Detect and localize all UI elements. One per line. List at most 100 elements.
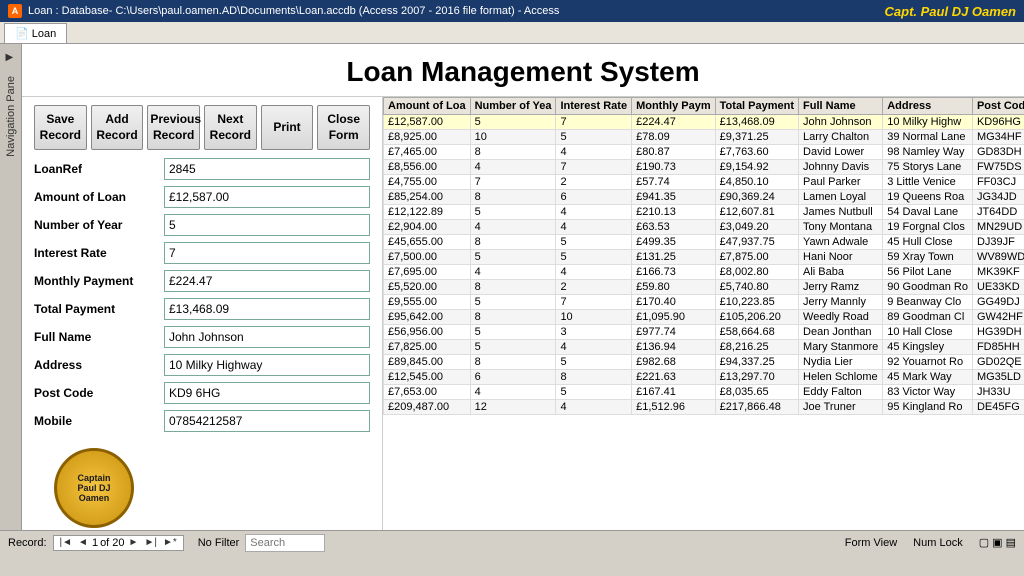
- table-cell: FF03CJ: [972, 175, 1024, 190]
- table-cell: £58,664.68: [715, 325, 798, 340]
- table-row[interactable]: £7,500.0055£131.25£7,875.00Hani Noor59 X…: [384, 250, 1024, 265]
- table-cell: £90,369.24: [715, 190, 798, 205]
- field-input-amount-of-loan[interactable]: [164, 186, 370, 208]
- add-record-button[interactable]: Add Record: [91, 105, 144, 150]
- table-cell: Johnny Davis: [799, 160, 883, 175]
- table-row[interactable]: £12,545.0068£221.63£13,297.70Helen Schlo…: [384, 370, 1024, 385]
- table-cell: £8,556.00: [384, 160, 471, 175]
- table-row[interactable]: £45,655.0085£499.35£47,937.75Yawn Adwale…: [384, 235, 1024, 250]
- table-cell: 4: [470, 220, 556, 235]
- table-cell: £59.80: [632, 280, 716, 295]
- table-cell: £45,655.00: [384, 235, 471, 250]
- table-cell: 45 Kingsley: [883, 340, 973, 355]
- table-cell: 45 Mark Way: [883, 370, 973, 385]
- table-row[interactable]: £12,587.0057£224.47£13,468.09John Johnso…: [384, 115, 1024, 130]
- field-input-loanref[interactable]: [164, 158, 370, 180]
- table-cell: £1,512.96: [632, 400, 716, 415]
- column-header: Interest Rate: [556, 98, 632, 115]
- table-cell: 5: [470, 340, 556, 355]
- table-cell: 2: [556, 280, 632, 295]
- previous-record-button[interactable]: Previous Record: [147, 105, 200, 150]
- table-cell: £2,904.00: [384, 220, 471, 235]
- table-cell: £8,002.80: [715, 265, 798, 280]
- table-cell: £166.73: [632, 265, 716, 280]
- table-cell: David Lower: [799, 145, 883, 160]
- field-input-full-name[interactable]: [164, 326, 370, 348]
- nav-last[interactable]: ►|: [142, 537, 159, 548]
- table-cell: 7: [556, 160, 632, 175]
- search-input[interactable]: [245, 534, 325, 552]
- table-cell: GD83DH: [972, 145, 1024, 160]
- layout-icons: ▢ ▣ ▤: [979, 536, 1016, 549]
- table-cell: £80.87: [632, 145, 716, 160]
- field-input-monthly-payment[interactable]: [164, 270, 370, 292]
- table-cell: £8,925.00: [384, 130, 471, 145]
- table-cell: £94,337.25: [715, 355, 798, 370]
- table-cell: 7: [470, 175, 556, 190]
- table-row[interactable]: £7,653.0045£167.41£8,035.65Eddy Falton83…: [384, 385, 1024, 400]
- table-row[interactable]: £209,487.00124£1,512.96£217,866.48Joe Tr…: [384, 400, 1024, 415]
- table-row[interactable]: £7,465.0084£80.87£7,763.60David Lower98 …: [384, 145, 1024, 160]
- table-row[interactable]: £2,904.0044£63.53£3,049.20Tony Montana19…: [384, 220, 1024, 235]
- table-row[interactable]: £7,695.0044£166.73£8,002.80Ali Baba56 Pi…: [384, 265, 1024, 280]
- loan-tab[interactable]: 📄 Loan: [4, 23, 67, 43]
- table-row[interactable]: £89,845.0085£982.68£94,337.25Nydia Lier9…: [384, 355, 1024, 370]
- table-cell: 19 Queens Roa: [883, 190, 973, 205]
- field-input-number-of-year[interactable]: [164, 214, 370, 236]
- content-area: Save Record Add Record Previous Record N…: [22, 97, 1024, 530]
- print-button[interactable]: Print: [261, 105, 314, 150]
- buttons-row: Save Record Add Record Previous Record N…: [34, 105, 370, 150]
- table-cell: 3: [556, 325, 632, 340]
- table-row[interactable]: £8,556.0047£190.73£9,154.92Johnny Davis7…: [384, 160, 1024, 175]
- column-header: Amount of Loa: [384, 98, 471, 115]
- table-cell: 75 Storys Lane: [883, 160, 973, 175]
- table-cell: 5: [556, 355, 632, 370]
- table-cell: £217,866.48: [715, 400, 798, 415]
- table-cell: WV89WD: [972, 250, 1024, 265]
- field-input-mobile[interactable]: [164, 410, 370, 432]
- nav-next[interactable]: ►: [127, 537, 141, 548]
- table-row[interactable]: £9,555.0057£170.40£10,223.85Jerry Mannly…: [384, 295, 1024, 310]
- next-record-button[interactable]: Next Record: [204, 105, 257, 150]
- table-row[interactable]: £95,642.00810£1,095.90£105,206.20Weedly …: [384, 310, 1024, 325]
- table-row[interactable]: £85,254.0086£941.35£90,369.24Lamen Loyal…: [384, 190, 1024, 205]
- table-row[interactable]: £5,520.0082£59.80£5,740.80Jerry Ramz90 G…: [384, 280, 1024, 295]
- table-cell: £1,095.90: [632, 310, 716, 325]
- field-label-7: Address: [34, 358, 164, 372]
- table-cell: £7,653.00: [384, 385, 471, 400]
- table-cell: £12,545.00: [384, 370, 471, 385]
- table-row[interactable]: £56,956.0053£977.74£58,664.68Dean Jontha…: [384, 325, 1024, 340]
- field-input-total-payment[interactable]: [164, 298, 370, 320]
- close-form-button[interactable]: Close Form: [317, 105, 370, 150]
- field-label-1: Amount of Loan: [34, 190, 164, 204]
- table-cell: £9,154.92: [715, 160, 798, 175]
- field-input-post-code[interactable]: [164, 382, 370, 404]
- field-label-5: Total Payment: [34, 302, 164, 316]
- status-bar: Record: |◄ ◄ 1 of 20 ► ►| ►* No Filter F…: [0, 530, 1024, 554]
- nav-prev[interactable]: ◄: [76, 537, 90, 548]
- nav-pane-toggle[interactable]: ▶: [6, 52, 16, 62]
- table-cell: £941.35: [632, 190, 716, 205]
- table-cell: 59 Xray Town: [883, 250, 973, 265]
- tab-bar: 📄 Loan: [0, 22, 1024, 44]
- table-cell: Dean Jonthan: [799, 325, 883, 340]
- table-cell: KD96HG: [972, 115, 1024, 130]
- navigation-pane[interactable]: ▶ Navigation Pane: [0, 44, 22, 530]
- table-cell: 10 Hall Close: [883, 325, 973, 340]
- save-record-button[interactable]: Save Record: [34, 105, 87, 150]
- table-cell: £8,035.65: [715, 385, 798, 400]
- table-cell: £9,555.00: [384, 295, 471, 310]
- table-row[interactable]: £4,755.0072£57.74£4,850.10Paul Parker3 L…: [384, 175, 1024, 190]
- table-cell: £167.41: [632, 385, 716, 400]
- table-row[interactable]: £12,122.8954£210.13£12,607.81James Nutbu…: [384, 205, 1024, 220]
- record-nav[interactable]: |◄ ◄ 1 of 20 ► ►| ►*: [53, 535, 184, 551]
- field-input-address[interactable]: [164, 354, 370, 376]
- nav-first[interactable]: |◄: [58, 537, 75, 548]
- table-cell: £12,607.81: [715, 205, 798, 220]
- field-input-interest-rate[interactable]: [164, 242, 370, 264]
- nav-new[interactable]: ►*: [161, 537, 179, 548]
- table-cell: 89 Goodman Cl: [883, 310, 973, 325]
- table-row[interactable]: £7,825.0054£136.94£8,216.25Mary Stanmore…: [384, 340, 1024, 355]
- table-row[interactable]: £8,925.00105£78.09£9,371.25Larry Chalton…: [384, 130, 1024, 145]
- form-row-post-code: Post Code: [34, 382, 370, 404]
